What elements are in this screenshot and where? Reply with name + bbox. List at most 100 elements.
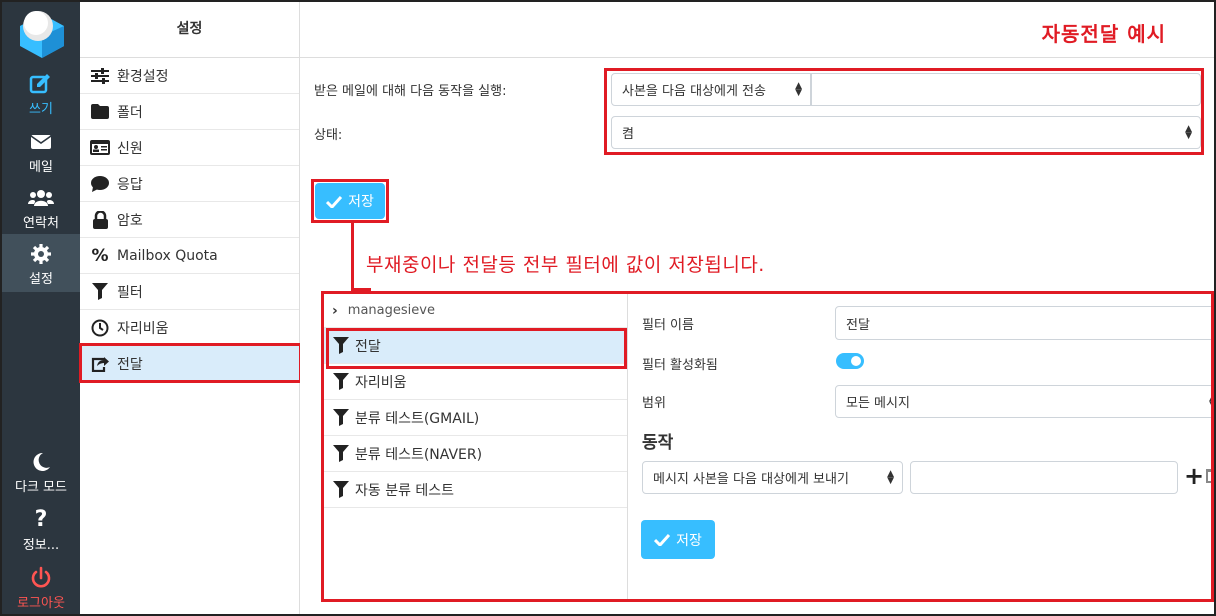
forward-target-input[interactable] (811, 73, 1201, 106)
filter-save-button[interactable]: 저장 (641, 520, 715, 559)
filter-item-label: 분류 테스트(GMAIL) (355, 410, 480, 427)
filter-panel: › managesieve 전달 자리비움 분류 테스트(GMAIL) 분류 테… (321, 291, 1214, 602)
settings-item-preferences[interactable]: 환경설정 (80, 58, 299, 94)
settings-item-label: 전달 (117, 356, 143, 373)
select-arrows-icon: ▲▼ (1209, 393, 1211, 409)
comment-icon (90, 174, 110, 194)
settings-item-label: 필터 (117, 284, 143, 301)
select-arrows-icon: ▲▼ (795, 80, 802, 98)
settings-item-label: Mailbox Quota (117, 247, 218, 264)
main-nav: 쓰기 메일 연락처 설정 다크 모드 ? 정보... 로그아웃 (2, 2, 80, 614)
filter-icon (333, 445, 349, 462)
power-icon (31, 566, 51, 588)
filter-set-name: managesieve (347, 303, 435, 318)
annotation-note: 부재중이나 전달등 전부 필터에 값이 저장됩니다. (366, 254, 765, 276)
settings-item-vacation[interactable]: 자리비움 (80, 310, 299, 346)
select-arrows-icon: ▲▼ (887, 468, 894, 486)
nav-logout[interactable]: 로그아웃 (2, 558, 80, 614)
settings-item-label: 신원 (117, 140, 143, 157)
action-select[interactable]: 사본을 다음 대상에게 전송 ▲ ▼ (611, 73, 811, 106)
action-section-title: 동작 (642, 433, 674, 453)
clock-icon (90, 318, 110, 338)
filter-icon (333, 373, 349, 390)
settings-item-label: 응답 (117, 176, 143, 193)
filter-save-label: 저장 (676, 532, 702, 549)
gear-icon (31, 244, 51, 264)
settings-item-folders[interactable]: 폴더 (80, 94, 299, 130)
settings-item-label: 자리비움 (117, 320, 169, 337)
nav-mail[interactable]: 메일 (2, 122, 80, 178)
save-button-label: 저장 (348, 194, 374, 210)
id-card-icon (90, 138, 110, 158)
question-icon: ? (34, 507, 48, 532)
check-icon (654, 533, 671, 546)
filter-name-input[interactable]: 전달 (835, 306, 1211, 340)
nav-settings[interactable]: 설정 (2, 234, 80, 292)
filter-enabled-toggle[interactable] (836, 353, 864, 369)
nav-dark-mode-label: 다크 모드 (15, 480, 67, 495)
lock-icon (90, 210, 110, 230)
add-action-icon[interactable]: + (1184, 463, 1204, 489)
settings-item-password[interactable]: 암호 (80, 202, 299, 238)
select-arrows-icon: ▲▼ (1185, 123, 1192, 141)
filter-name-label: 필터 이름 (642, 318, 694, 333)
nav-about[interactable]: ? 정보... (2, 500, 80, 556)
filter-list: › managesieve 전달 자리비움 분류 테스트(GMAIL) 분류 테… (324, 294, 628, 599)
sliders-icon (90, 66, 110, 86)
filter-enabled-label: 필터 활성화됨 (642, 358, 718, 373)
filter-action-select[interactable]: 메시지 사본을 다음 대상에게 보내기 ▲ ▼ (642, 461, 903, 494)
scope-select[interactable]: 모든 메시지 ▲▼ (835, 385, 1211, 418)
scope-label: 범위 (642, 396, 666, 411)
settings-item-label: 암호 (117, 212, 143, 229)
filter-item-naver[interactable]: 분류 테스트(NAVER) (324, 436, 627, 472)
filter-action-target-input[interactable] (910, 461, 1178, 494)
filter-item-forward[interactable]: 전달 (324, 328, 627, 364)
nav-logout-label: 로그아웃 (17, 596, 65, 611)
settings-title: 설정 (80, 2, 299, 58)
filter-item-auto[interactable]: 자동 분류 테스트 (324, 472, 627, 508)
compose-icon (29, 74, 50, 94)
status-select[interactable]: 켬 ▲ ▼ (611, 116, 1201, 149)
action-label: 받은 메일에 대해 다음 동작을 실행: (314, 84, 507, 99)
users-icon (28, 190, 54, 206)
filter-item-label: 자리비움 (355, 374, 407, 391)
delete-action-icon[interactable] (1206, 469, 1211, 483)
filter-set-header[interactable]: › managesieve (324, 294, 627, 328)
main-header: 자동전달 예시 (300, 2, 1214, 58)
logo-icon (20, 11, 64, 58)
connector-line (351, 223, 354, 291)
filter-icon (90, 282, 110, 302)
chevron-right-icon: › (332, 302, 338, 319)
nav-contacts[interactable]: 연락처 (2, 178, 80, 234)
status-label: 상태: (314, 128, 343, 143)
nav-about-label: 정보... (22, 538, 60, 553)
filter-item-label: 분류 테스트(NAVER) (355, 446, 483, 463)
settings-item-quota[interactable]: % Mailbox Quota (80, 238, 299, 274)
save-button[interactable]: 저장 (315, 183, 385, 219)
settings-item-forward[interactable]: 전달 (80, 346, 299, 382)
filter-action-value: 메시지 사본을 다음 대상에게 보내기 (653, 472, 849, 487)
settings-item-label: 환경설정 (117, 68, 169, 85)
action-select-value: 사본을 다음 대상에게 전송 (622, 84, 766, 99)
nav-compose[interactable]: 쓰기 (2, 64, 80, 120)
settings-item-label: 폴더 (117, 104, 143, 121)
example-title: 자동전달 예시 (1041, 22, 1166, 46)
settings-item-responses[interactable]: 응답 (80, 166, 299, 202)
filter-item-label: 전달 (355, 338, 381, 355)
scope-select-value: 모든 메시지 (846, 396, 910, 411)
settings-item-filters[interactable]: 필터 (80, 274, 299, 310)
filter-item-label: 자동 분류 테스트 (355, 482, 455, 499)
filter-icon (333, 481, 349, 498)
status-select-value: 켬 (622, 127, 634, 142)
percent-icon: % (91, 245, 109, 266)
filter-item-vacation[interactable]: 자리비움 (324, 364, 627, 400)
envelope-icon (30, 135, 52, 149)
check-icon (326, 195, 343, 208)
nav-compose-label: 쓰기 (29, 102, 53, 117)
filter-item-gmail[interactable]: 분류 테스트(GMAIL) (324, 400, 627, 436)
moon-icon (33, 452, 50, 471)
nav-settings-label: 설정 (29, 272, 53, 287)
nav-dark-mode[interactable]: 다크 모드 (2, 442, 80, 498)
filter-icon (333, 409, 349, 426)
settings-item-identities[interactable]: 신원 (80, 130, 299, 166)
